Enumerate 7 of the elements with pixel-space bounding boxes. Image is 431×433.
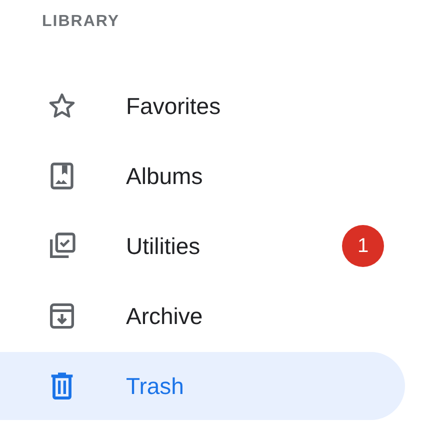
nav-item[interactable]: Trash: [0, 352, 405, 420]
nav-item[interactable]: Utilities 1: [0, 212, 405, 280]
count-badge: 1: [342, 225, 384, 267]
nav-item[interactable]: Albums: [0, 142, 405, 210]
nav-item[interactable]: Favorites: [0, 72, 405, 140]
section-title: LIBRARY: [42, 12, 121, 32]
nav-item[interactable]: Archive: [0, 282, 405, 350]
